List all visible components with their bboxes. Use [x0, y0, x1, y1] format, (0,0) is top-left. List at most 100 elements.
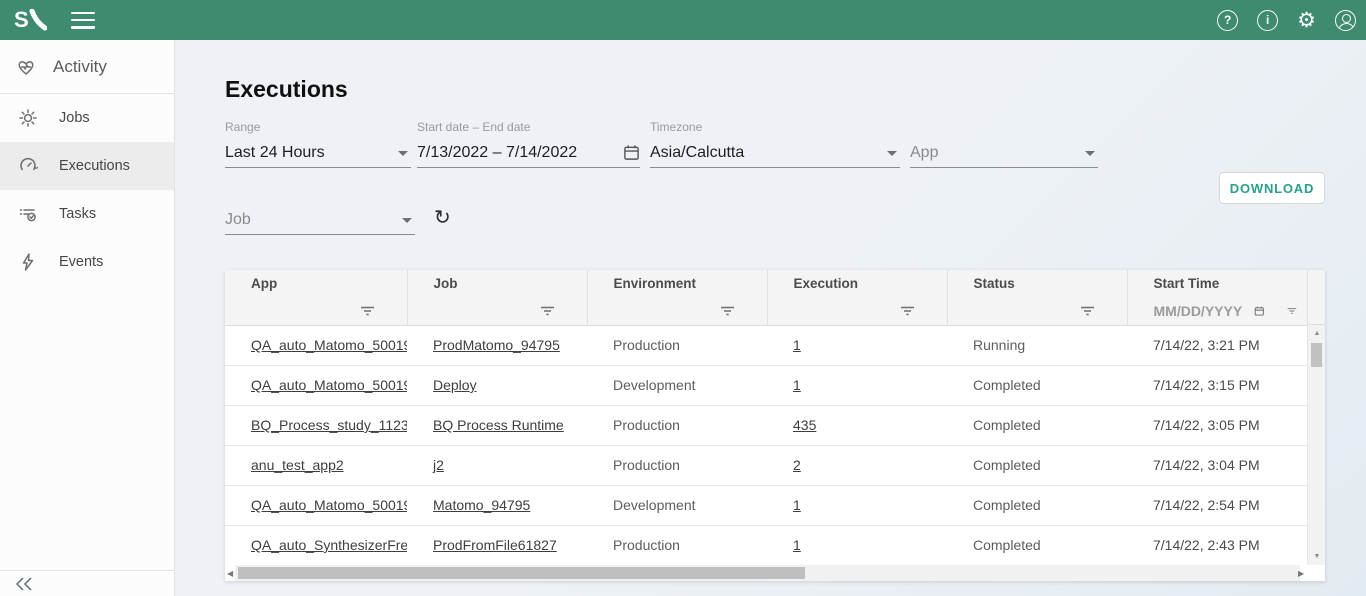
- app-link[interactable]: QA_auto_Matomo_50019: [251, 377, 407, 393]
- start-time-cell: 7/14/22, 3:15 PM: [1127, 365, 1307, 405]
- environment-cell: Production: [587, 405, 767, 445]
- job-link[interactable]: BQ Process Runtime: [433, 417, 564, 433]
- job-link[interactable]: Matomo_94795: [433, 497, 530, 513]
- sidebar-item-jobs[interactable]: Jobs: [0, 94, 174, 142]
- status-cell: Completed: [947, 485, 1127, 525]
- filter-icon[interactable]: [1287, 306, 1297, 316]
- app-logo[interactable]: S: [14, 9, 47, 31]
- table-body: QA_auto_Matomo_50019 ProdMatomo_94795 Pr…: [225, 325, 1307, 565]
- scrollbar-corner: [1307, 270, 1325, 325]
- sidebar-item-tasks[interactable]: Tasks: [0, 190, 174, 238]
- scroll-down-arrow[interactable]: ▼: [1308, 553, 1326, 560]
- download-button[interactable]: DOWNLOAD: [1219, 172, 1325, 204]
- scroll-right-arrow[interactable]: ▶: [1298, 569, 1304, 578]
- job-link[interactable]: Deploy: [433, 377, 477, 393]
- app-link[interactable]: QA_auto_Matomo_50019: [251, 337, 407, 353]
- menu-icon[interactable]: [71, 12, 95, 29]
- calendar-icon[interactable]: [1254, 303, 1264, 319]
- help-icon[interactable]: ?: [1217, 10, 1238, 31]
- status-cell: Completed: [947, 525, 1127, 565]
- col-header-environment: Environment: [587, 270, 767, 297]
- environment-cell: Development: [587, 485, 767, 525]
- calendar-icon[interactable]: [623, 144, 640, 161]
- timezone-select[interactable]: Timezone Asia/Calcutta: [650, 120, 900, 168]
- filter-icon[interactable]: [360, 306, 375, 316]
- app-link[interactable]: QA_auto_Matomo_50019: [251, 497, 407, 513]
- filter-icon[interactable]: [900, 306, 915, 316]
- account-icon[interactable]: [1335, 10, 1356, 31]
- vertical-scroll-thumb[interactable]: [1311, 343, 1322, 367]
- range-value: Last 24 Hours: [225, 144, 325, 162]
- execution-link[interactable]: 1: [793, 377, 801, 393]
- app-link[interactable]: BQ_Process_study_112320: [251, 417, 407, 433]
- filter-icon[interactable]: [540, 306, 555, 316]
- vertical-scrollbar[interactable]: ▲ ▼: [1307, 325, 1325, 565]
- executions-table: App Job Environment Execution Status Sta…: [225, 270, 1325, 581]
- horizontal-scroll-thumb[interactable]: [238, 567, 805, 579]
- topbar: S ? i ⚙: [0, 0, 1366, 40]
- status-cell: Running: [947, 325, 1127, 365]
- executions-gauge-icon: [18, 156, 38, 176]
- job-select[interactable]: Job: [225, 206, 415, 235]
- app-link[interactable]: anu_test_app2: [251, 457, 344, 473]
- environment-cell: Production: [587, 525, 767, 565]
- filter-icon[interactable]: [1080, 306, 1095, 316]
- sidebar-section-activity[interactable]: Activity: [0, 40, 174, 94]
- range-select[interactable]: Range Last 24 Hours: [225, 120, 411, 168]
- jobs-gear-icon: [18, 108, 38, 128]
- info-icon[interactable]: i: [1257, 10, 1278, 31]
- start-time-cell: 7/14/22, 2:54 PM: [1127, 485, 1307, 525]
- sidebar-collapse-button[interactable]: [0, 570, 174, 596]
- table-row: BQ_Process_study_112320 BQ Process Runti…: [225, 405, 1307, 445]
- start-time-date-input[interactable]: MM/DD/YYYY: [1154, 303, 1243, 319]
- environment-cell: Production: [587, 445, 767, 485]
- sidebar-item-label: Events: [59, 254, 103, 270]
- col-header-job: Job: [407, 270, 587, 297]
- table-row: QA_auto_SynthesizerFreeF ProdFromFile618…: [225, 525, 1307, 565]
- sidebar: Activity Jobs Executions: [0, 40, 175, 596]
- col-header-status: Status: [947, 270, 1127, 297]
- execution-link[interactable]: 1: [793, 537, 801, 553]
- app-window: S ? i ⚙ Activity: [0, 0, 1366, 596]
- start-time-cell: 7/14/22, 3:05 PM: [1127, 405, 1307, 445]
- scroll-left-arrow[interactable]: ◀: [227, 569, 233, 578]
- job-link[interactable]: j2: [433, 457, 444, 473]
- status-cell: Completed: [947, 365, 1127, 405]
- col-header-execution: Execution: [767, 270, 947, 297]
- execution-link[interactable]: 2: [793, 457, 801, 473]
- events-lightning-icon: [18, 252, 38, 272]
- environment-cell: Production: [587, 325, 767, 365]
- col-header-start-time: Start Time: [1127, 270, 1307, 297]
- sidebar-section-label: Activity: [53, 57, 107, 77]
- date-range-input[interactable]: Start date – End date 7/13/2022 – 7/14/2…: [417, 120, 640, 168]
- timezone-value: Asia/Calcutta: [650, 144, 744, 162]
- scroll-up-arrow[interactable]: ▲: [1308, 330, 1326, 337]
- chevron-down-icon: [398, 151, 408, 156]
- table-row: QA_auto_Matomo_50019 Matomo_94795 Develo…: [225, 485, 1307, 525]
- filter-icon[interactable]: [720, 306, 735, 316]
- app-link[interactable]: QA_auto_SynthesizerFreeF: [251, 537, 407, 553]
- job-link[interactable]: ProdMatomo_94795: [433, 337, 560, 353]
- horizontal-scrollbar[interactable]: ◀ ▶: [225, 565, 1325, 581]
- table-header-row: App Job Environment Execution Status Sta…: [225, 270, 1307, 297]
- app-select[interactable]: App: [910, 120, 1098, 168]
- refresh-icon[interactable]: ↻: [434, 207, 451, 229]
- chevron-down-icon: [887, 151, 897, 156]
- sidebar-item-label: Executions: [59, 158, 130, 174]
- range-label: Range: [225, 120, 411, 139]
- settings-gear-icon[interactable]: ⚙: [1297, 10, 1316, 31]
- collapse-chevrons-icon: [16, 577, 33, 591]
- execution-link[interactable]: 435: [793, 417, 816, 433]
- sidebar-item-executions[interactable]: Executions: [0, 142, 174, 190]
- sidebar-item-events[interactable]: Events: [0, 238, 174, 286]
- execution-link[interactable]: 1: [793, 337, 801, 353]
- execution-link[interactable]: 1: [793, 497, 801, 513]
- tasks-list-icon: [18, 204, 38, 224]
- logo-letter: S: [14, 9, 29, 31]
- logo-swoosh-icon: [29, 9, 47, 31]
- start-time-cell: 7/14/22, 3:21 PM: [1127, 325, 1307, 365]
- chevron-down-icon: [1085, 151, 1095, 156]
- sidebar-nav: Jobs Executions Tasks: [0, 94, 174, 286]
- environment-cell: Development: [587, 365, 767, 405]
- job-link[interactable]: ProdFromFile61827: [433, 537, 557, 553]
